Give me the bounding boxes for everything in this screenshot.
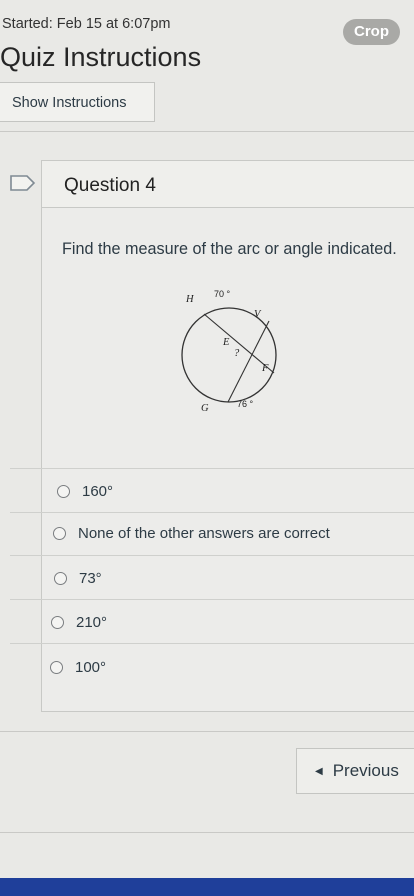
label-f: F — [262, 363, 269, 374]
option-divider — [10, 599, 414, 600]
radio-button[interactable] — [50, 661, 63, 674]
radio-button[interactable] — [54, 572, 67, 585]
option-divider — [10, 555, 414, 556]
answer-option[interactable]: None of the other answers are correct — [53, 525, 330, 542]
answer-label: 160° — [82, 483, 114, 500]
answer-option[interactable]: 160° — [57, 483, 113, 500]
label-g: G — [201, 403, 209, 414]
label-h: H — [186, 294, 194, 305]
show-instructions-button[interactable]: Show Instructions — [0, 82, 155, 122]
arc-bottom-label: 76 ° — [237, 399, 254, 409]
page-title: Quiz Instructions — [0, 42, 202, 72]
previous-button[interactable]: ◀ Previous — [296, 748, 414, 794]
circle-figure — [181, 307, 277, 403]
radio-button[interactable] — [51, 616, 64, 629]
answer-label: 73° — [79, 570, 102, 587]
answer-option[interactable]: 100° — [50, 659, 106, 676]
bottom-accent-bar — [0, 878, 414, 896]
question-flag-icon[interactable] — [10, 175, 36, 191]
radio-button[interactable] — [57, 485, 70, 498]
label-v: V — [254, 309, 261, 320]
triangle-left-icon: ◀ — [315, 765, 323, 777]
crop-button[interactable]: Crop — [343, 19, 400, 45]
circle-diagram: H 70 ° V E ? F G 76 ° — [177, 283, 302, 418]
previous-label: Previous — [332, 761, 399, 780]
question-title: Question 4 — [64, 175, 156, 196]
divider — [0, 832, 414, 833]
option-divider — [10, 643, 414, 644]
answer-label: 100° — [75, 659, 107, 676]
answer-option[interactable]: 73° — [54, 570, 102, 587]
answer-label: 210° — [76, 614, 108, 631]
answer-label: None of the other answers are correct — [78, 525, 330, 542]
answer-option[interactable]: 210° — [51, 614, 107, 631]
radio-button[interactable] — [53, 527, 66, 540]
divider — [0, 131, 414, 132]
started-timestamp: Started: Feb 15 at 6:07pm — [2, 16, 171, 32]
option-divider — [10, 468, 414, 469]
arc-top-label: 70 ° — [214, 289, 231, 299]
option-divider — [10, 512, 414, 513]
label-e: E — [223, 337, 230, 348]
label-question-mark: ? — [234, 348, 240, 359]
question-header: Question 4 — [42, 161, 414, 208]
question-text: Find the measure of the arc or angle ind… — [62, 240, 397, 258]
divider — [0, 731, 414, 732]
